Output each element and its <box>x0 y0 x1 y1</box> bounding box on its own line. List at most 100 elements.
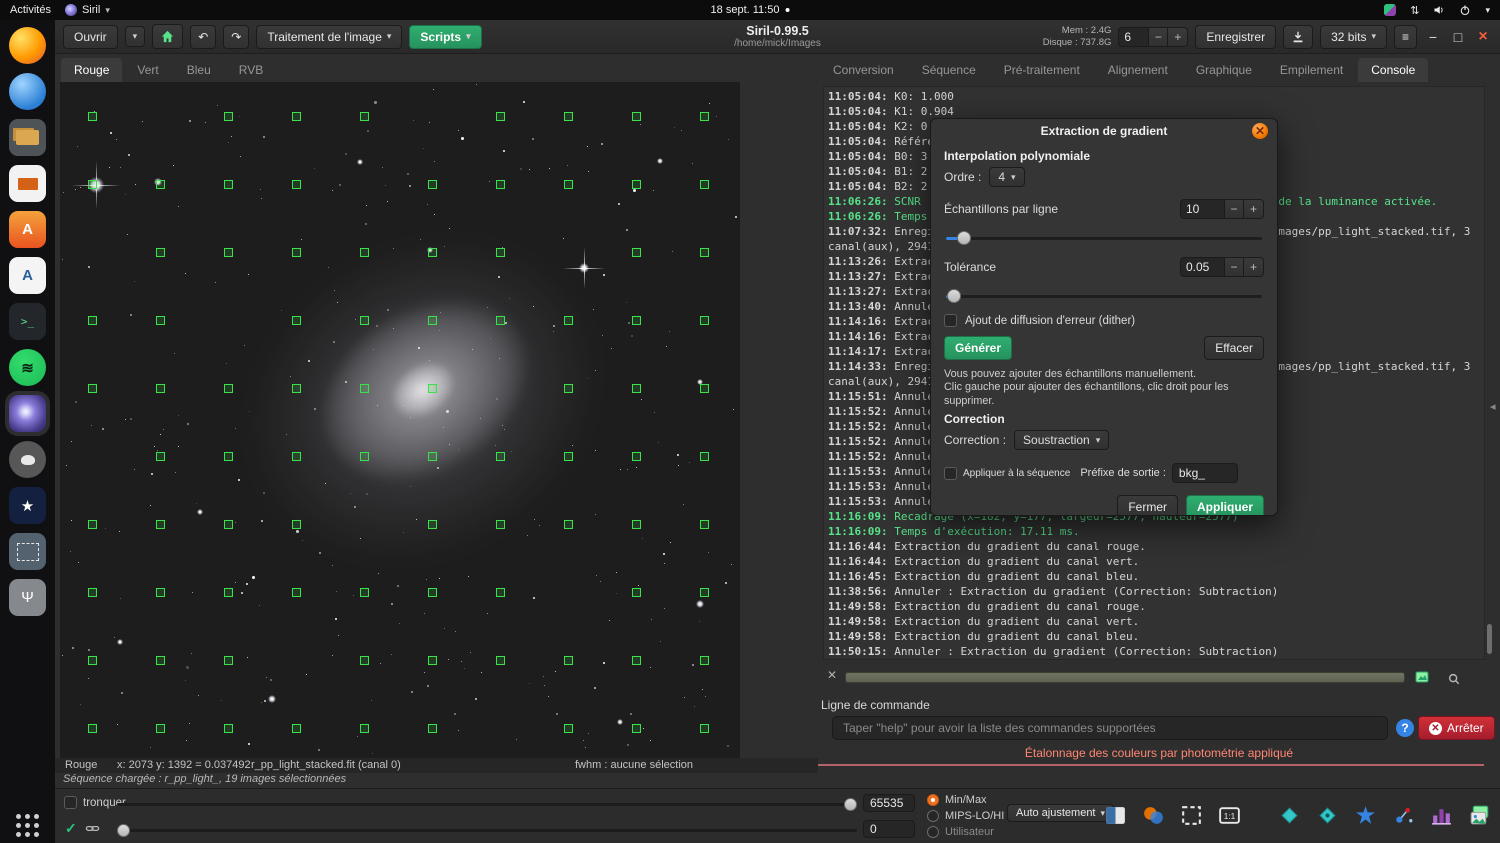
background-sample[interactable] <box>292 180 301 189</box>
radio-utilisateur[interactable] <box>927 826 939 838</box>
dock-item-firefox[interactable] <box>9 27 46 64</box>
background-sample[interactable] <box>632 316 641 325</box>
dock-item-software[interactable] <box>9 211 46 248</box>
volume-icon[interactable] <box>1433 4 1445 16</box>
background-sample[interactable] <box>156 520 165 529</box>
background-sample[interactable] <box>428 316 437 325</box>
background-sample[interactable] <box>292 248 301 257</box>
background-sample[interactable] <box>88 724 97 733</box>
background-sample[interactable] <box>496 520 505 529</box>
background-sample[interactable] <box>224 384 233 393</box>
generate-button[interactable]: Générer <box>944 336 1012 360</box>
background-sample[interactable] <box>564 452 573 461</box>
background-sample[interactable] <box>156 316 165 325</box>
tab-graphique[interactable]: Graphique <box>1183 58 1265 82</box>
activities-button[interactable]: Activités <box>10 4 51 16</box>
image-canvas[interactable] <box>60 82 740 758</box>
tab-rvb[interactable]: RVB <box>226 58 276 82</box>
stop-button[interactable]: ✕ Arrêter <box>1418 716 1495 740</box>
background-sample[interactable] <box>428 724 437 733</box>
background-sample[interactable] <box>224 452 233 461</box>
background-sample[interactable] <box>292 316 301 325</box>
background-sample[interactable] <box>88 316 97 325</box>
command-input[interactable] <box>832 716 1388 740</box>
plus-icon[interactable]: + <box>1244 257 1264 277</box>
show-apps-button[interactable] <box>16 814 39 837</box>
dock-item-spotify[interactable] <box>9 349 46 386</box>
threads-input[interactable] <box>1118 27 1148 47</box>
plus-icon[interactable]: + <box>1244 199 1264 219</box>
dock-item-impress[interactable] <box>9 165 46 202</box>
export-log-icon[interactable] <box>1413 668 1431 686</box>
close-window-button[interactable]: × <box>1474 28 1492 46</box>
background-sample[interactable] <box>428 656 437 665</box>
background-sample[interactable] <box>428 588 437 597</box>
dock-item-stellarium[interactable] <box>9 487 46 524</box>
clear-samples-button[interactable]: Effacer <box>1204 336 1264 360</box>
background-sample[interactable] <box>360 724 369 733</box>
background-sample[interactable] <box>700 180 709 189</box>
dialog-close-button[interactable]: Fermer <box>1117 495 1178 516</box>
background-sample[interactable] <box>700 384 709 393</box>
tab-rouge[interactable]: Rouge <box>61 58 122 82</box>
background-sample[interactable] <box>88 656 97 665</box>
high-value-input[interactable] <box>863 794 915 812</box>
dock-item-writer[interactable] <box>9 257 46 294</box>
background-sample[interactable] <box>428 452 437 461</box>
background-sample[interactable] <box>700 520 709 529</box>
help-icon[interactable]: ? <box>1396 719 1414 737</box>
undo-button[interactable]: ↶ <box>190 25 216 49</box>
tab-vert[interactable]: Vert <box>124 58 171 82</box>
radio-mips-lo-hi[interactable] <box>927 810 939 822</box>
background-sample[interactable] <box>224 656 233 665</box>
background-sample[interactable] <box>360 656 369 665</box>
background-sample[interactable] <box>224 588 233 597</box>
background-sample[interactable] <box>292 384 301 393</box>
dock-item-siril[interactable] <box>9 395 46 432</box>
home-button[interactable] <box>152 24 183 49</box>
minus-icon[interactable]: − <box>1224 199 1244 219</box>
tolerance-slider[interactable] <box>944 289 1264 303</box>
background-sample[interactable] <box>224 724 233 733</box>
tab-alignement[interactable]: Alignement <box>1095 58 1181 82</box>
sample-tag-icon[interactable] <box>1315 803 1340 828</box>
open-dropdown-button[interactable]: ▾ <box>125 26 146 47</box>
background-sample[interactable] <box>428 384 437 393</box>
tab-conversion[interactable]: Conversion <box>820 58 907 82</box>
background-sample[interactable] <box>496 452 505 461</box>
background-sample[interactable] <box>156 656 165 665</box>
open-button[interactable]: Ouvrir <box>63 25 118 49</box>
background-sample[interactable] <box>700 724 709 733</box>
background-sample[interactable] <box>156 384 165 393</box>
correction-select[interactable]: Soustraction ▾ <box>1014 430 1109 450</box>
apply-sequence-checkbox[interactable] <box>944 467 957 480</box>
tab-empilement[interactable]: Empilement <box>1267 58 1356 82</box>
background-sample[interactable] <box>700 656 709 665</box>
background-sample[interactable] <box>564 112 573 121</box>
background-sample[interactable] <box>428 248 437 257</box>
order-select[interactable]: 4 ▾ <box>989 167 1024 187</box>
color-calibration-icon[interactable] <box>1141 803 1166 828</box>
tab-bleu[interactable]: Bleu <box>174 58 224 82</box>
background-sample[interactable] <box>224 248 233 257</box>
background-sample[interactable] <box>700 452 709 461</box>
tolerance-input[interactable] <box>1180 257 1224 277</box>
console-scrollbar[interactable] <box>1487 624 1492 654</box>
samples-input[interactable] <box>1180 199 1224 219</box>
background-sample[interactable] <box>496 316 505 325</box>
save-as-button[interactable] <box>1283 25 1313 49</box>
background-sample[interactable] <box>564 520 573 529</box>
image-processing-menu[interactable]: Traitement de l'image ▾ <box>256 25 402 49</box>
check-icon[interactable]: ✓ <box>65 820 77 837</box>
minimize-button[interactable]: − <box>1424 29 1442 45</box>
background-sample[interactable] <box>496 656 505 665</box>
minus-icon[interactable]: − <box>1148 27 1168 47</box>
background-sample[interactable] <box>632 656 641 665</box>
tab-pretraitement[interactable]: Pré-traitement <box>991 58 1093 82</box>
background-sample[interactable] <box>632 384 641 393</box>
background-sample[interactable] <box>156 180 165 189</box>
background-sample[interactable] <box>632 520 641 529</box>
background-sample[interactable] <box>224 520 233 529</box>
background-sample[interactable] <box>564 384 573 393</box>
background-sample[interactable] <box>428 520 437 529</box>
